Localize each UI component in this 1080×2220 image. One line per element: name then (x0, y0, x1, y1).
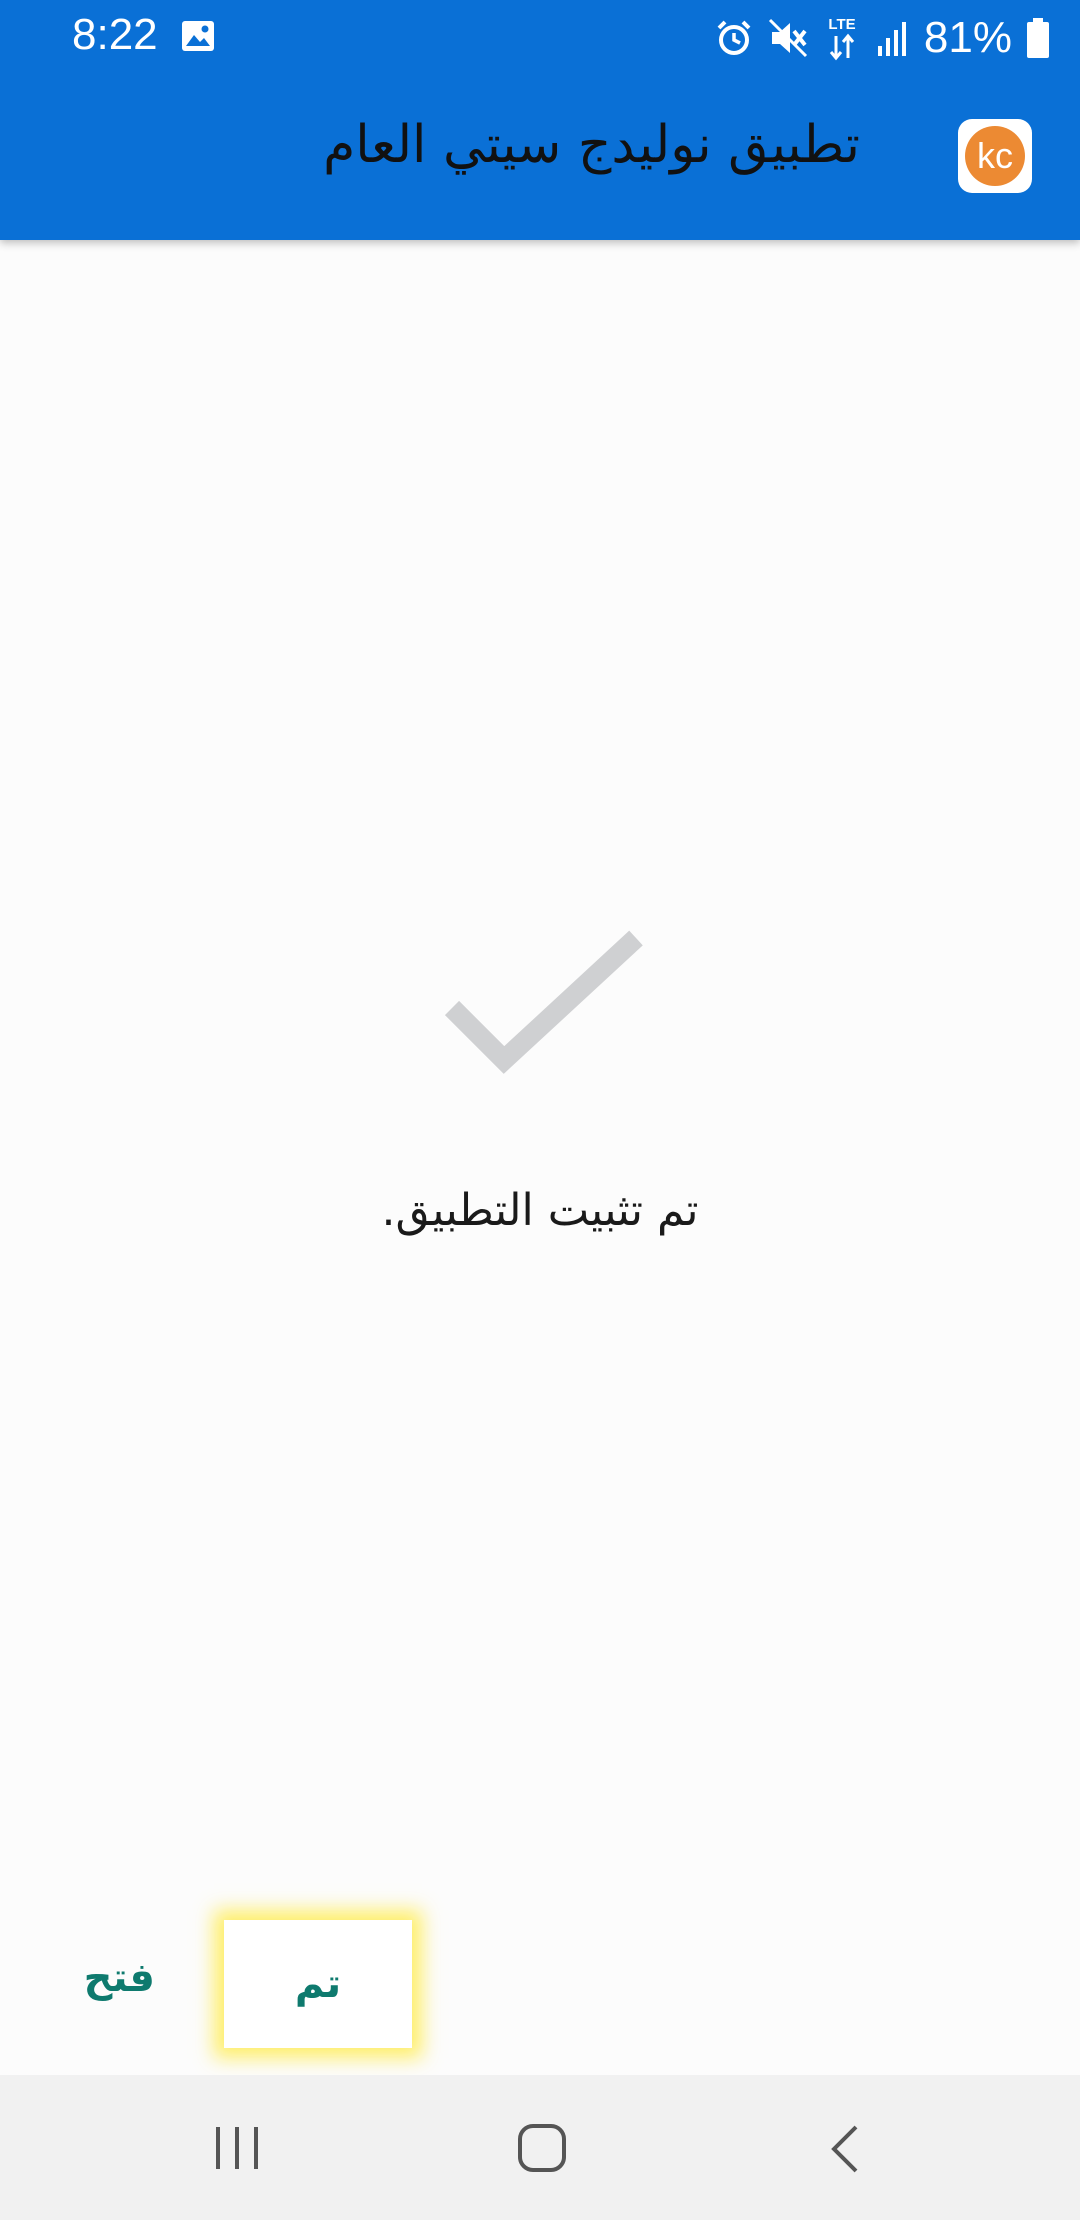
app-bar: تطبيق نوليدج سيتي العام kc (0, 75, 1080, 240)
status-time: 8:22 (72, 10, 158, 59)
install-success-message: تم تثبيت التطبيق. (381, 1185, 699, 1236)
done-button[interactable]: تم (224, 1920, 412, 2048)
svg-text:LTE: LTE (828, 16, 855, 33)
back-icon[interactable] (826, 2123, 862, 2175)
status-bar: 8:22 LTE 81% (0, 0, 1080, 75)
signal-icon (876, 18, 910, 58)
alarm-icon (714, 18, 754, 58)
recent-apps-icon[interactable] (212, 2125, 262, 2171)
app-logo-text: kc (965, 126, 1025, 186)
battery-percent: 81% (923, 13, 1012, 62)
open-button[interactable]: فتح (84, 1955, 155, 2015)
app-logo-icon: kc (958, 119, 1032, 193)
home-icon[interactable] (516, 2122, 568, 2174)
checkmark-icon (444, 930, 643, 1074)
navigation-bar (0, 2075, 1080, 2220)
mute-icon (768, 18, 808, 58)
battery-icon (1026, 17, 1050, 59)
status-icons: LTE 81% (714, 10, 1050, 66)
lte-icon: LTE (822, 14, 862, 62)
image-icon (180, 18, 216, 54)
app-header-block: 8:22 LTE 81% تطبيق نوليدج سيتي العام kc (0, 0, 1080, 240)
page-title: تطبيق نوليدج سيتي العام (323, 115, 860, 175)
